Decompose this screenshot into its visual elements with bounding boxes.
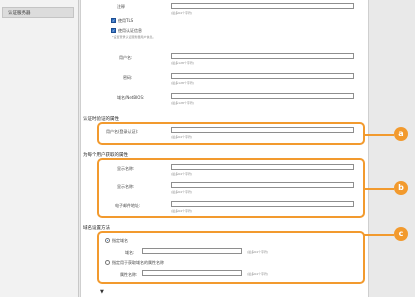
use-auth-label: 使用认证信息	[118, 28, 142, 33]
attr-name-input[interactable]	[142, 270, 242, 276]
attr-display-name-label: 显示名称:	[117, 166, 135, 171]
settings-form: 注释 (最多64个字符) ✓ 使用TLS ✓ 使用认证信息 *设置登录认证服务器…	[80, 0, 369, 297]
attr-display-name-2-hint: (最多64个字符)	[171, 190, 193, 194]
domain-netbios-hint: (最多128个字符)	[171, 101, 195, 105]
attr-display-name-input[interactable]	[171, 164, 354, 170]
radio-specify-domain-label: 指定域名	[112, 238, 128, 243]
callout-c: c	[394, 227, 408, 241]
attr-display-name-2-label: 显示名称:	[117, 184, 135, 189]
use-tls-checkbox[interactable]: ✓	[111, 18, 116, 23]
chevron-down-icon[interactable]: ▼	[100, 289, 104, 295]
domain-netbios-label: 域名/NetBIOS:	[117, 95, 145, 100]
attr-email-input[interactable]	[171, 201, 354, 207]
domain-name-input[interactable]	[142, 248, 242, 254]
attr-email-hint: (最多64个字符)	[171, 209, 193, 213]
sidebar: 认证服务器	[0, 0, 79, 297]
annotation-label: 注释	[117, 4, 125, 9]
username-input[interactable]	[171, 53, 354, 59]
domain-name-hint: (最多64个字符)	[247, 250, 269, 254]
use-auth-checkbox[interactable]: ✓	[111, 28, 116, 33]
use-auth-hint: *设置登录认证服务器用户信息。	[112, 35, 156, 39]
domain-netbios-input[interactable]	[171, 93, 354, 99]
use-tls-label: 使用TLS	[118, 18, 134, 23]
attr-display-name-2-input[interactable]	[171, 182, 354, 188]
password-label: 密码:	[123, 75, 133, 80]
username-label: 用户名:	[119, 55, 133, 60]
attr-name-label: 属性名称:	[120, 272, 138, 277]
sidebar-item-auth-server[interactable]: 认证服务器	[2, 7, 74, 18]
domain-name-label: 域名:	[125, 250, 135, 255]
attr-name-hint: (最多64个字符)	[247, 272, 269, 276]
radio-specify-domain[interactable]	[105, 238, 110, 243]
callout-leader-b	[364, 188, 394, 190]
login-username-label: 用户名(登录认证):	[106, 129, 139, 134]
annotation-hint: (最多64个字符)	[171, 11, 193, 15]
callout-b: b	[394, 181, 408, 195]
login-username-hint: (最多64个字符)	[171, 135, 193, 139]
login-username-input[interactable]	[171, 127, 354, 133]
attr-email-label: 电子邮件地址:	[115, 203, 141, 208]
callout-leader-c	[364, 234, 394, 236]
password-input[interactable]	[171, 73, 354, 79]
attr-display-name-hint: (最多64个字符)	[171, 172, 193, 176]
callout-leader-a	[364, 134, 394, 136]
radio-domain-attr[interactable]	[105, 260, 110, 265]
username-hint: (最多128个字符)	[171, 61, 195, 65]
callout-a: a	[394, 127, 408, 141]
radio-domain-attr-label: 指定用于获取域名的属性名称	[112, 260, 164, 265]
password-hint: (最多128个字符)	[171, 81, 195, 85]
annotation-input[interactable]	[171, 3, 354, 9]
